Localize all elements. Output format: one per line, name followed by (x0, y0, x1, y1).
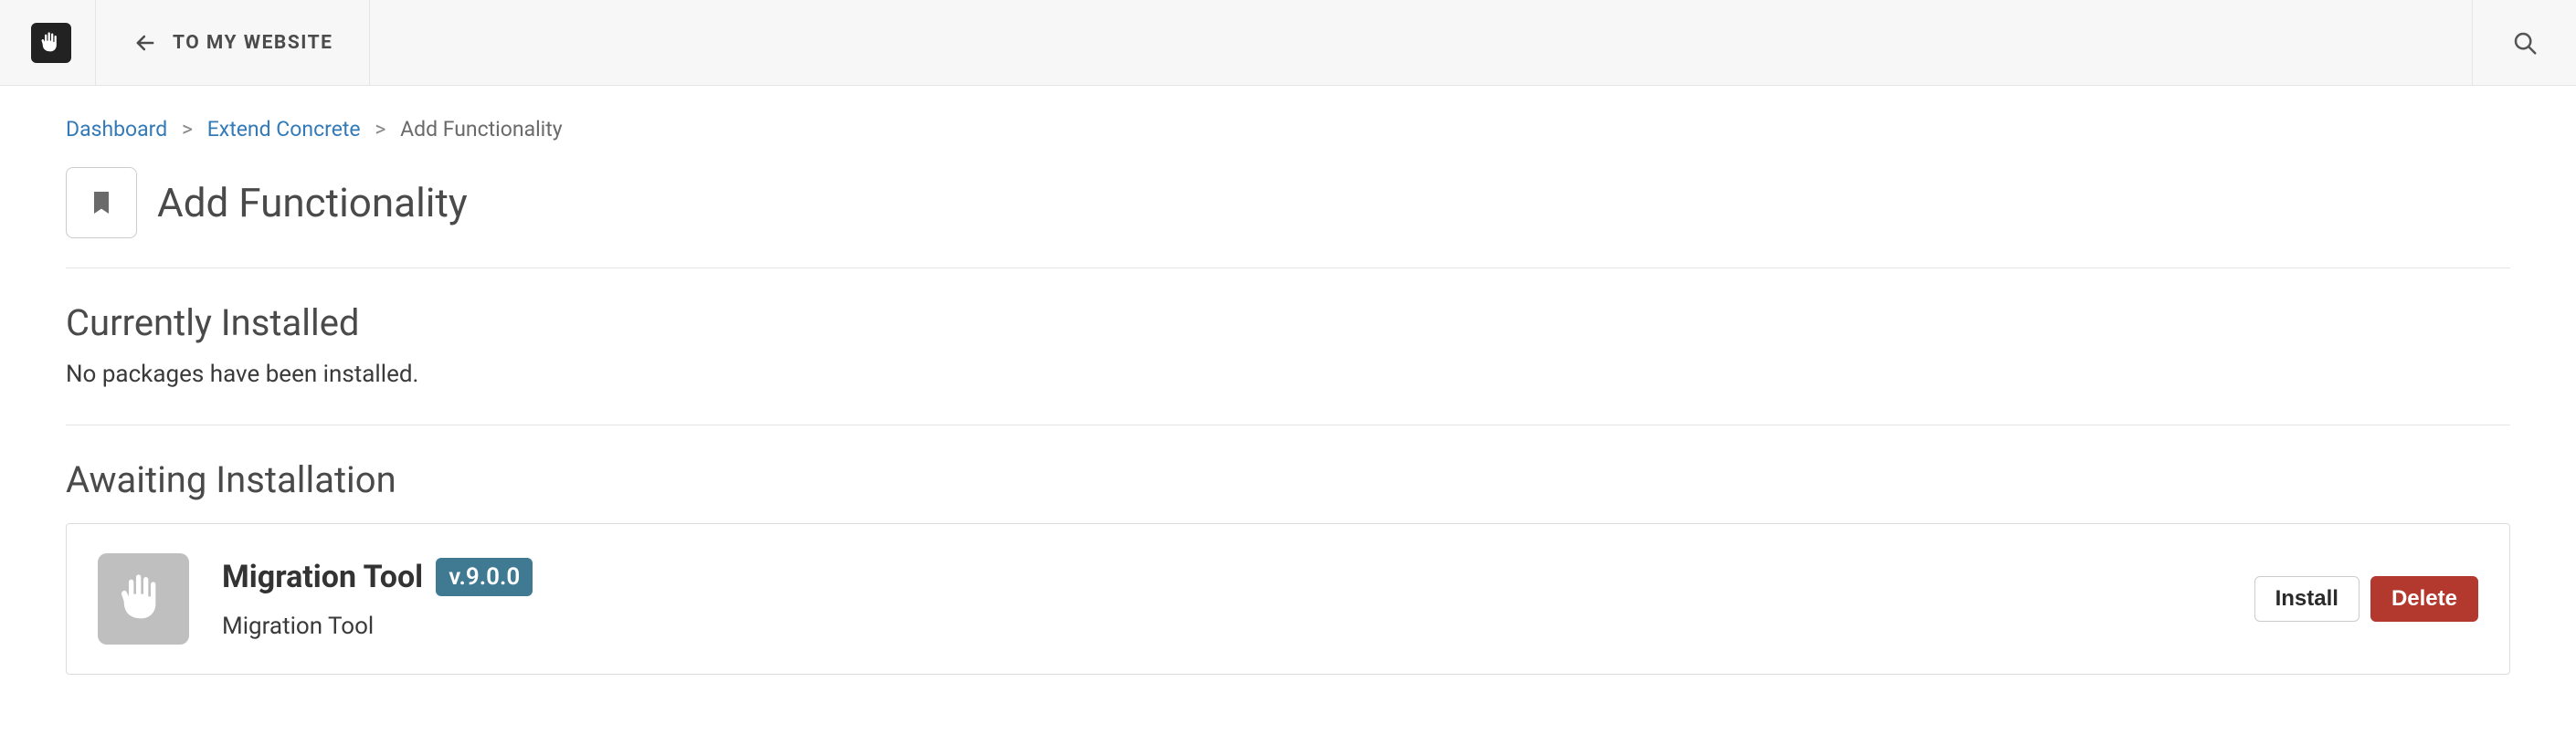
back-link-label: TO MY WEBSITE (173, 32, 333, 54)
logo[interactable] (31, 23, 71, 63)
main-content: Dashboard > Extend Concrete > Add Functi… (0, 86, 2576, 675)
search-button[interactable] (2472, 0, 2576, 85)
breadcrumb-item-dashboard[interactable]: Dashboard (66, 117, 167, 142)
hand-logo-icon (114, 570, 173, 628)
package-version-badge: v.9.0.0 (436, 558, 533, 596)
package-actions: Install Delete (2254, 576, 2478, 622)
delete-button[interactable]: Delete (2370, 576, 2478, 622)
package-text: Migration Tool v.9.0.0 Migration Tool (222, 558, 2254, 640)
breadcrumb-item-extend[interactable]: Extend Concrete (207, 117, 361, 142)
bookmark-icon (87, 185, 116, 220)
package-icon (98, 553, 189, 645)
breadcrumb-item-current: Add Functionality (400, 117, 563, 142)
section-installed-title: Currently Installed (66, 301, 2510, 344)
package-title-row: Migration Tool v.9.0.0 (222, 558, 2254, 596)
package-description: Migration Tool (222, 613, 2254, 640)
title-row: Add Functionality (66, 167, 2510, 268)
package-card: Migration Tool v.9.0.0 Migration Tool In… (66, 523, 2510, 675)
page-title: Add Functionality (157, 179, 468, 226)
installed-empty-text: No packages have been installed. (66, 361, 2510, 388)
page-icon-box (66, 167, 137, 238)
arrow-left-icon (132, 30, 158, 56)
back-to-site-link[interactable]: TO MY WEBSITE (95, 0, 370, 85)
package-name: Migration Tool (222, 559, 423, 595)
install-button[interactable]: Install (2254, 576, 2360, 622)
breadcrumb-separator: > (375, 117, 385, 142)
search-icon (2511, 29, 2539, 57)
topbar: TO MY WEBSITE (0, 0, 2576, 86)
section-awaiting-title: Awaiting Installation (66, 458, 2510, 501)
breadcrumb: Dashboard > Extend Concrete > Add Functi… (66, 117, 2510, 142)
hand-logo-icon (38, 30, 64, 56)
breadcrumb-separator: > (182, 117, 193, 142)
